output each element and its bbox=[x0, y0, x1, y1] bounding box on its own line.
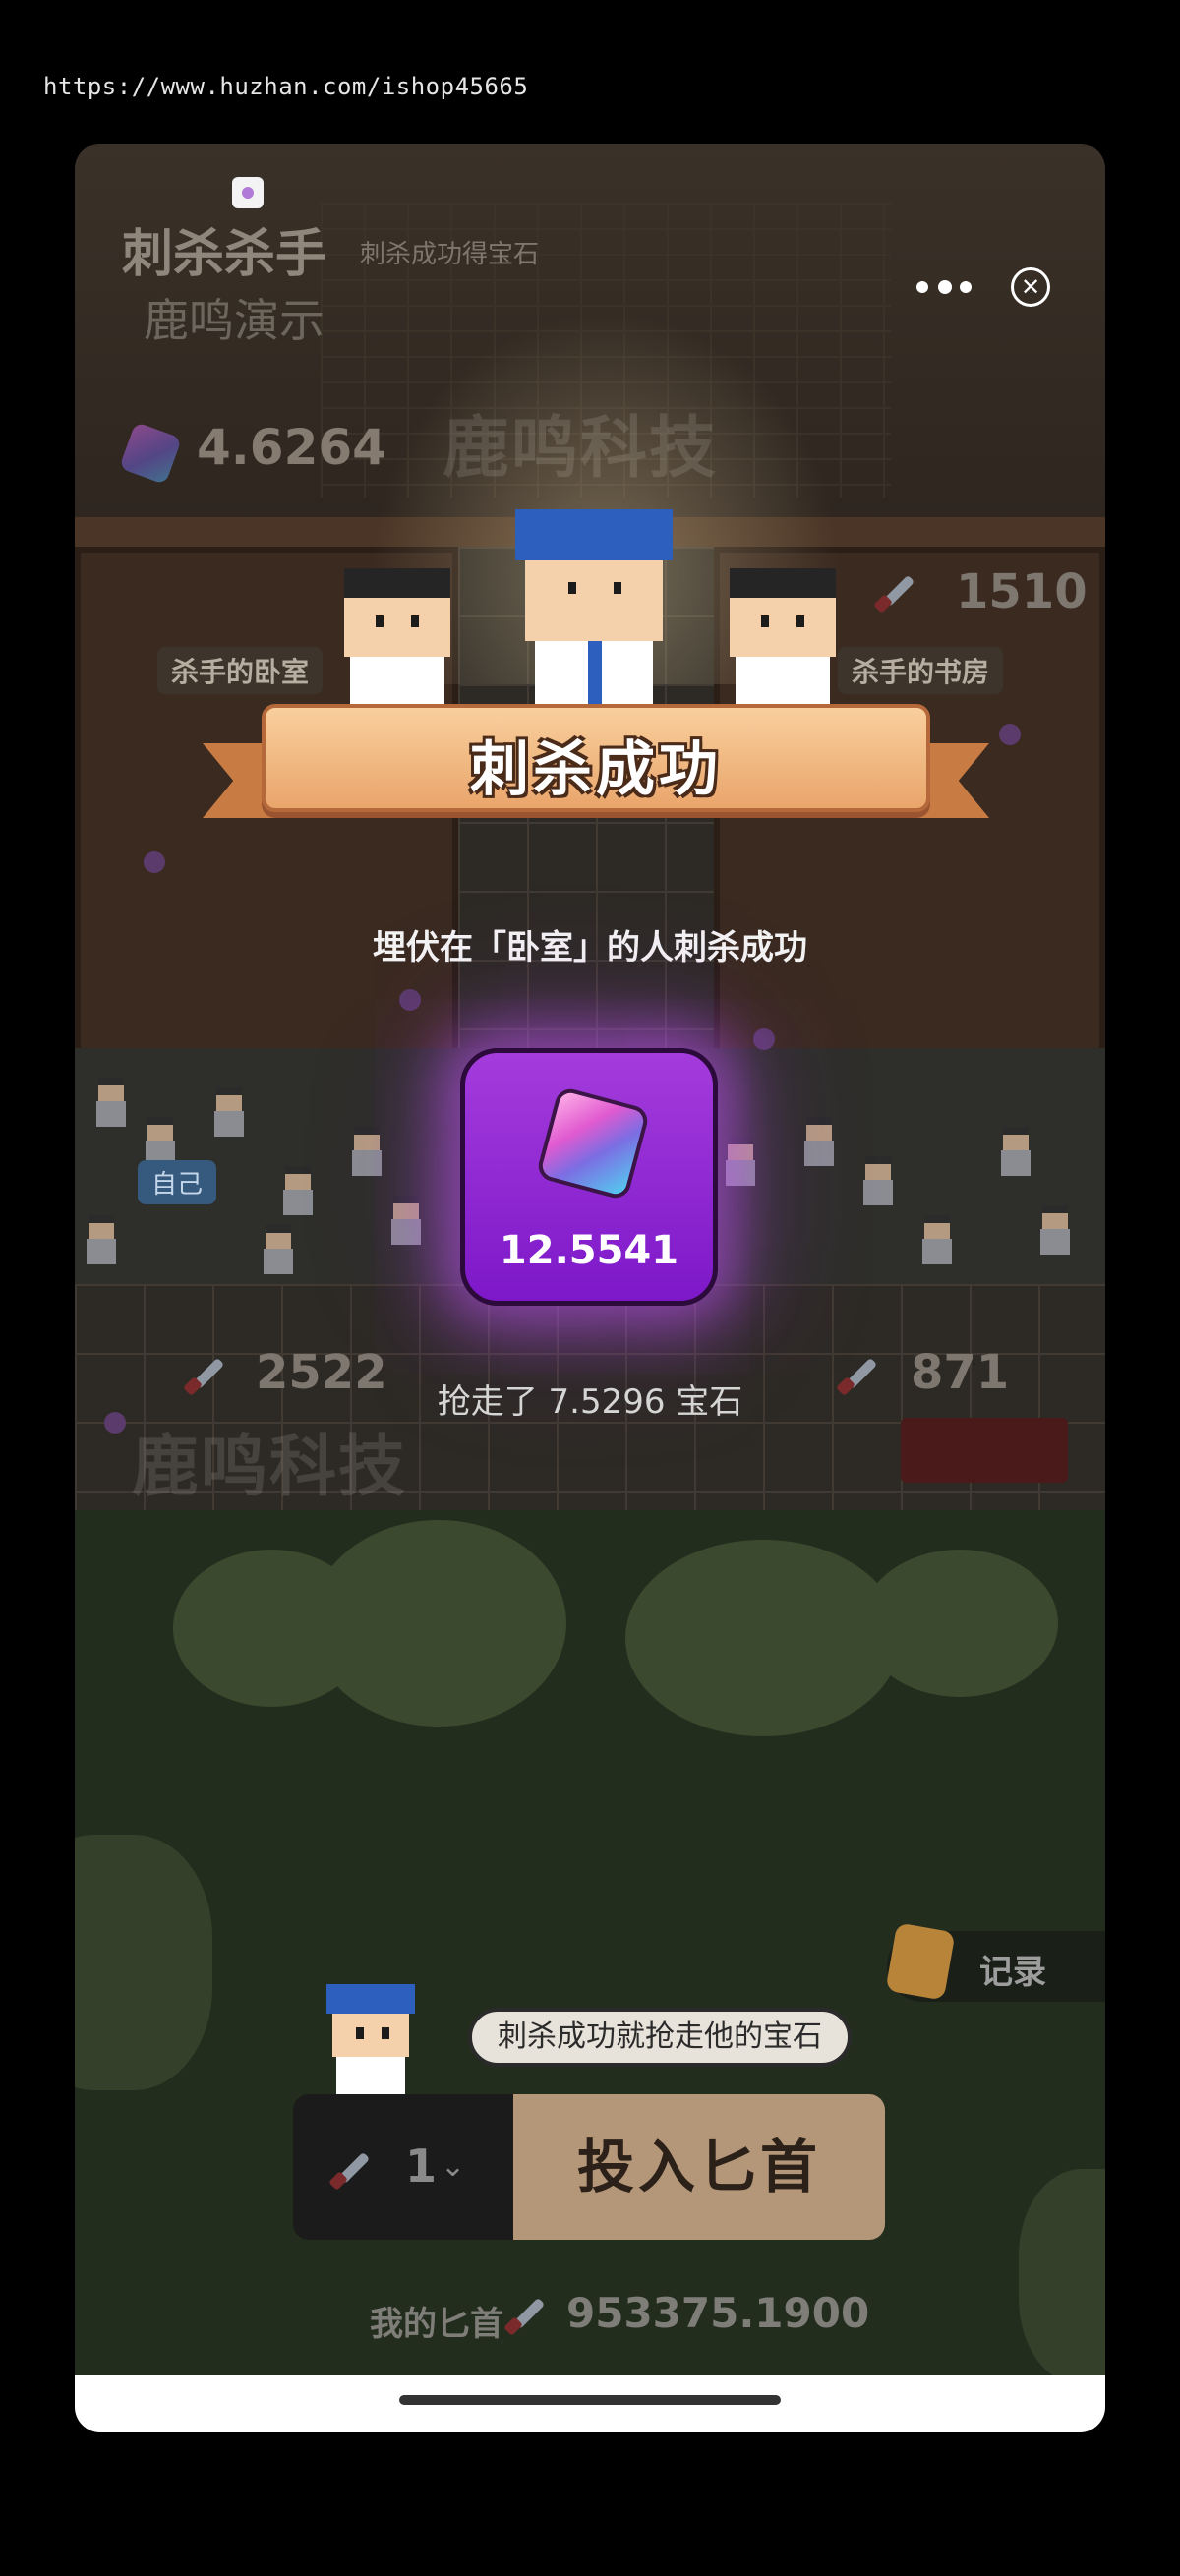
ambush-message: 埋伏在「卧室」的人刺杀成功 bbox=[373, 928, 807, 967]
tree-left bbox=[75, 1835, 212, 2090]
gem-reward-card: 12.5541 bbox=[460, 1048, 718, 1306]
hint-bubble: 刺杀成功就抢走他的宝石 bbox=[468, 2008, 852, 2067]
quantity-value: 1 bbox=[405, 2139, 438, 2193]
gem-reward-amount: 12.5541 bbox=[499, 1228, 679, 1273]
records-icon bbox=[885, 1922, 956, 2001]
gem-balance: 4.6264 bbox=[197, 419, 386, 476]
red-furniture bbox=[901, 1418, 1068, 1483]
home-indicator[interactable] bbox=[399, 2395, 781, 2405]
npc bbox=[999, 1127, 1032, 1178]
bush bbox=[861, 1550, 1058, 1697]
npc bbox=[212, 1087, 246, 1139]
npc bbox=[389, 1196, 423, 1247]
npc bbox=[920, 1215, 954, 1266]
demo-label: 鹿鸣演示 bbox=[144, 294, 324, 347]
npc bbox=[281, 1166, 315, 1217]
records-label[interactable]: 记录 bbox=[979, 1945, 1046, 1993]
url-text: https://www.huzhan.com/ishop45665 bbox=[43, 73, 529, 100]
invest-dagger-button[interactable]: 投入匕首 bbox=[513, 2094, 885, 2240]
police-character bbox=[515, 509, 673, 706]
npc bbox=[94, 1078, 128, 1129]
gem-icon bbox=[535, 1085, 651, 1201]
bush bbox=[625, 1540, 901, 1736]
police-mascot bbox=[326, 1984, 415, 2094]
npc bbox=[861, 1156, 895, 1207]
bush bbox=[311, 1520, 566, 1727]
flower bbox=[399, 989, 421, 1011]
my-dagger-value: 953375.1900 bbox=[566, 2289, 870, 2337]
npc bbox=[1038, 1205, 1072, 1257]
bedroom-label[interactable]: 杀手的卧室 bbox=[157, 647, 324, 694]
flower bbox=[999, 724, 1021, 745]
tree-right bbox=[1019, 2169, 1105, 2385]
stolen-message: 抢走了 7.5296 宝石 bbox=[437, 1382, 743, 1422]
knife-icon bbox=[875, 568, 918, 612]
success-banner: 刺杀成功 bbox=[203, 704, 989, 818]
knife-icon bbox=[505, 2291, 549, 2334]
self-badge: 自己 bbox=[138, 1160, 217, 1204]
game-subtitle: 刺杀成功得宝石 bbox=[360, 240, 540, 269]
npc bbox=[350, 1127, 384, 1178]
npc bbox=[262, 1225, 295, 1276]
study-dagger-count: 1510 bbox=[956, 564, 1088, 619]
chevron-down-icon: ⌄ bbox=[441, 2149, 466, 2184]
knife-icon bbox=[330, 2145, 374, 2189]
watermark: 鹿鸣科技 bbox=[132, 1429, 408, 1506]
phone-screen: 鹿鸣科技 鹿鸣科技 刺杀杀手 刺杀成功得宝石 鹿鸣演示 ✕ 4.6264 151… bbox=[75, 144, 1105, 2432]
quantity-selector[interactable]: 1 ⌄ bbox=[293, 2094, 513, 2240]
my-dagger-label: 我的匕首 bbox=[370, 2305, 503, 2344]
banner-title: 刺杀成功 bbox=[470, 735, 722, 804]
close-icon[interactable]: ✕ bbox=[1011, 267, 1050, 307]
killer-character bbox=[724, 568, 842, 706]
flower bbox=[144, 851, 165, 873]
npc bbox=[85, 1215, 118, 1266]
npc bbox=[802, 1117, 836, 1168]
study-label[interactable]: 杀手的书房 bbox=[838, 647, 1004, 694]
game-title: 刺杀杀手 bbox=[122, 225, 327, 284]
more-icon[interactable] bbox=[914, 271, 974, 301]
flower bbox=[753, 1028, 775, 1050]
mini-app-icon bbox=[232, 177, 264, 208]
killer-character bbox=[338, 568, 456, 706]
npc bbox=[724, 1137, 757, 1188]
